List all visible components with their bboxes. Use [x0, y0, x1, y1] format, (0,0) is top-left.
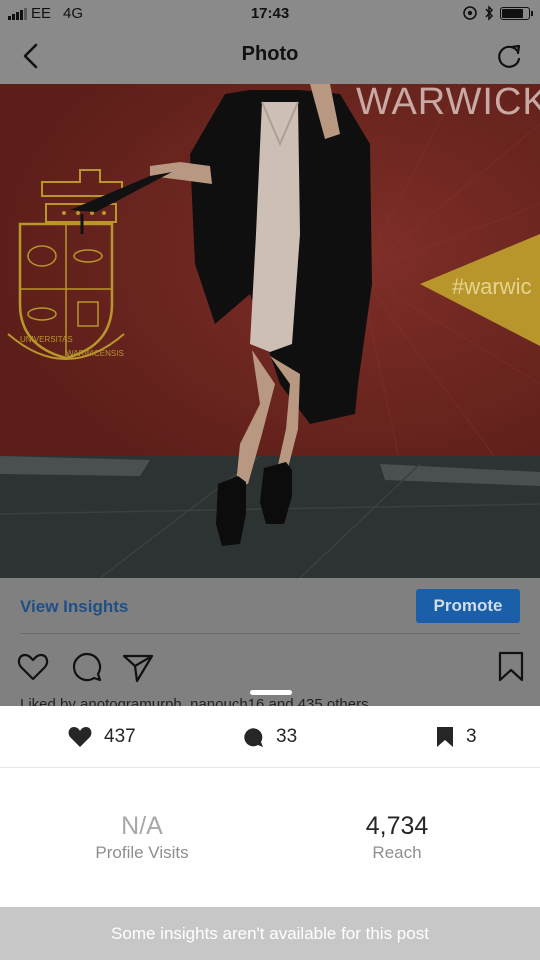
page-title: Photo [241, 43, 299, 65]
engagement-counts: 437 33 3 [0, 706, 540, 768]
nav-bar: Photo [0, 28, 540, 84]
like-heart-icon[interactable] [16, 650, 50, 684]
battery-fill [502, 8, 523, 18]
divider [20, 633, 520, 634]
comment-bubble-icon [244, 728, 263, 747]
post-photo[interactable]: WARWICK #warwic UNIVERSITAS WARWICENSIS [0, 84, 540, 578]
status-bar: EE 4G 17:43 [0, 0, 540, 28]
insights-sheet: 437 33 3 N/A Profile Visits 4,734 Reach … [0, 706, 540, 960]
post-actions-area: View Insights Promote Liked by anotogram… [0, 578, 540, 713]
crest-text-right: WARWICENSIS [66, 349, 124, 358]
promote-button[interactable]: Promote [416, 589, 520, 623]
insights-notice: Some insights aren't available for this … [0, 907, 540, 960]
save-bookmark-icon[interactable] [494, 650, 528, 684]
profile-visits-metric: N/A Profile Visits [42, 812, 242, 863]
bluetooth-icon [485, 5, 494, 21]
comments-value: 33 [276, 726, 298, 747]
likes-value: 437 [104, 726, 136, 747]
reach-metric: 4,734 Reach [297, 812, 497, 863]
battery-icon [500, 6, 533, 20]
view-insights-link[interactable]: View Insights [20, 597, 128, 617]
location-icon [463, 6, 477, 20]
refresh-icon[interactable] [494, 40, 526, 72]
hashtag-text: #warwic [452, 274, 531, 299]
graduation-photo: WARWICK #warwic UNIVERSITAS WARWICENSIS [0, 84, 540, 578]
crest-text-left: UNIVERSITAS [20, 335, 73, 344]
bookmark-icon [437, 727, 453, 747]
banner-text: WARWICK [356, 84, 540, 123]
reach-value: 4,734 [365, 812, 429, 840]
heart-icon [68, 727, 92, 747]
sheet-drag-handle[interactable] [250, 690, 292, 695]
status-right [462, 5, 533, 21]
saves-value: 3 [466, 726, 477, 747]
reach-label: Reach [372, 843, 422, 862]
share-icon[interactable] [121, 650, 155, 684]
comments-count: 33 [242, 726, 297, 748]
likes-count: 437 [68, 726, 136, 748]
comment-icon[interactable] [70, 650, 104, 684]
saves-count: 3 [436, 726, 477, 748]
profile-visits-label: Profile Visits [95, 843, 189, 862]
profile-visits-value: N/A [121, 812, 163, 840]
status-time: 17:43 [250, 5, 290, 22]
